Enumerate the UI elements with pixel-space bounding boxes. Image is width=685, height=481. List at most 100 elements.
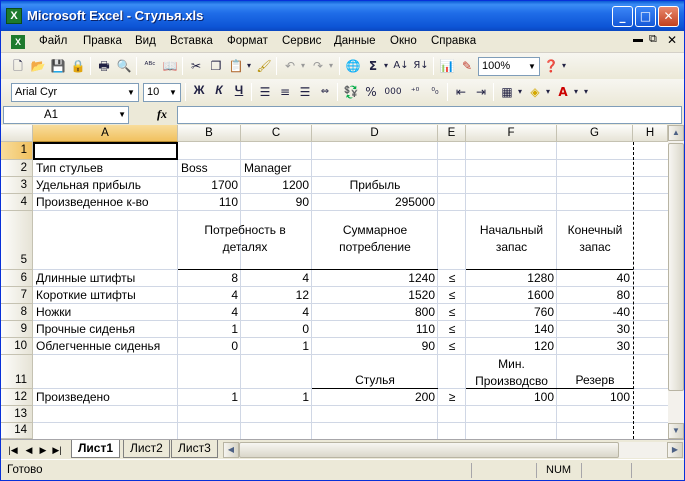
cell-g7[interactable]: 80 [557,288,633,302]
formula-input[interactable] [177,106,682,124]
autosum-dropdown-icon[interactable]: ▾ [382,57,390,75]
row-header-6[interactable]: 6 [1,270,33,287]
cell-a8[interactable]: Ножки [33,305,74,319]
column-header-f[interactable]: F [466,125,557,142]
font-color-icon[interactable]: A [554,83,572,101]
cell-e7[interactable]: ≤ [438,288,466,302]
cell-c7[interactable]: 12 [241,288,312,302]
column-header-e[interactable]: E [438,125,466,142]
percent-icon[interactable]: % [362,83,380,101]
menu-help[interactable]: Справка [431,35,476,47]
column-header-c[interactable]: C [241,125,312,142]
redo-dropdown-icon[interactable]: ▾ [327,57,335,75]
align-center-icon[interactable]: ≡ [276,83,294,101]
font-select[interactable]: Arial Cyr ▼ [11,83,139,102]
doc-restore-button[interactable]: ⧉ [649,33,657,46]
name-box[interactable]: A1 ▼ [3,106,129,124]
cell-f5[interactable]: Начальный запас [466,222,557,256]
horizontal-scrollbar[interactable]: ◀ ▶ [223,442,683,458]
row-header-4[interactable]: 4 [1,194,33,211]
cell-b9[interactable]: 1 [178,322,241,336]
sort-ascending-icon[interactable]: A↓ [392,57,410,75]
cell-g12[interactable]: 100 [557,390,633,404]
first-sheet-icon[interactable]: |◀ [7,443,19,457]
row-header-5[interactable]: 5 [1,211,33,270]
cell-d11[interactable]: Стулья [312,373,438,387]
menu-edit[interactable]: Правка [83,35,122,47]
column-header-b[interactable]: B [178,125,241,142]
scroll-right-icon[interactable]: ▶ [667,442,683,458]
next-sheet-icon[interactable]: ▶ [37,443,49,457]
cell-b12[interactable]: 1 [178,390,241,404]
cell-d7[interactable]: 1520 [312,288,438,302]
sort-descending-icon[interactable]: Я↓ [412,57,430,75]
cell-e6[interactable]: ≤ [438,271,466,285]
cell-g5[interactable]: Конечный запас [557,222,633,256]
menu-tools[interactable]: Сервис [282,35,321,47]
fill-color-icon[interactable]: ◈ [526,83,544,101]
cell-b10[interactable]: 0 [178,339,241,353]
sheet-tab-3[interactable]: Лист3 [171,440,218,458]
maximize-button[interactable]: □ [635,6,656,27]
undo-icon[interactable]: ↶ [281,57,299,75]
vertical-scroll-thumb[interactable] [668,143,684,391]
print-preview-icon[interactable]: 🔍 [115,57,133,75]
row-header-8[interactable]: 8 [1,304,33,321]
permission-icon[interactable]: 🔒 [69,57,87,75]
decrease-indent-icon[interactable]: ⇤ [452,83,470,101]
toolbar-options-icon[interactable]: ▾ [582,83,590,101]
toolbar-options-icon[interactable]: ▾ [560,57,568,75]
cell-g11[interactable]: Резерв [557,373,633,387]
doc-close-button[interactable]: ✕ [667,33,677,47]
cell-g6[interactable]: 40 [557,271,633,285]
cell-f12[interactable]: 100 [466,390,557,404]
cell-a6[interactable]: Длинные штифты [33,271,138,285]
cell-e8[interactable]: ≤ [438,305,466,319]
cell-b6[interactable]: 8 [178,271,241,285]
cut-icon[interactable]: ✂ [187,57,205,75]
new-icon[interactable]: 🗋 [9,57,27,75]
cell-e9[interactable]: ≤ [438,322,466,336]
fill-dropdown-icon[interactable]: ▾ [544,83,552,101]
cell-b4[interactable]: 110 [178,195,241,209]
copy-icon[interactable]: ❐ [207,57,225,75]
cell-a2[interactable]: Тип стульев [33,161,106,175]
cell-f7[interactable]: 1600 [466,288,557,302]
menu-data[interactable]: Данные [334,35,376,47]
cell-d8[interactable]: 800 [312,305,438,319]
menu-format[interactable]: Формат [227,35,268,47]
cell-f9[interactable]: 140 [466,322,557,336]
cell-e12[interactable]: ≥ [438,390,466,404]
row-header-3[interactable]: 3 [1,177,33,194]
cell-d10[interactable]: 90 [312,339,438,353]
column-header-d[interactable]: D [312,125,438,142]
borders-dropdown-icon[interactable]: ▾ [516,83,524,101]
align-left-icon[interactable]: ☰ [256,83,274,101]
scroll-down-icon[interactable]: ▼ [668,423,684,439]
cell-a12[interactable]: Произведено [33,390,113,404]
close-button[interactable]: ✕ [658,6,679,27]
zoom-select[interactable]: 100% ▼ [478,57,540,76]
cell-d4[interactable]: 295000 [312,195,438,209]
menu-file[interactable]: Файл [39,35,67,47]
scroll-left-icon[interactable]: ◀ [223,442,239,458]
cell-g10[interactable]: 30 [557,339,633,353]
cell-a3[interactable]: Удельная прибыль [33,178,144,192]
comma-style-icon[interactable]: 000 [382,83,404,101]
merge-center-icon[interactable]: ⇔ [316,83,334,101]
menu-window[interactable]: Окно [390,35,417,47]
column-header-g[interactable]: G [557,125,633,142]
cell-d6[interactable]: 1240 [312,271,438,285]
decrease-decimal-icon[interactable]: ⁰₀ [426,83,444,101]
row-header-12[interactable]: 12 [1,389,33,406]
paste-icon[interactable]: 📋 [227,57,245,75]
row-header-14[interactable]: 14 [1,423,33,439]
cell-c3[interactable]: 1200 [241,178,312,192]
cell-b8[interactable]: 4 [178,305,241,319]
borders-icon[interactable]: ▦ [498,83,516,101]
cell-c4[interactable]: 90 [241,195,312,209]
cell-c6[interactable]: 4 [241,271,312,285]
cell-d3[interactable]: Прибыль [312,178,438,192]
sheet-tab-1[interactable]: Лист1 [71,440,121,458]
cell-c2[interactable]: Manager [241,161,294,175]
